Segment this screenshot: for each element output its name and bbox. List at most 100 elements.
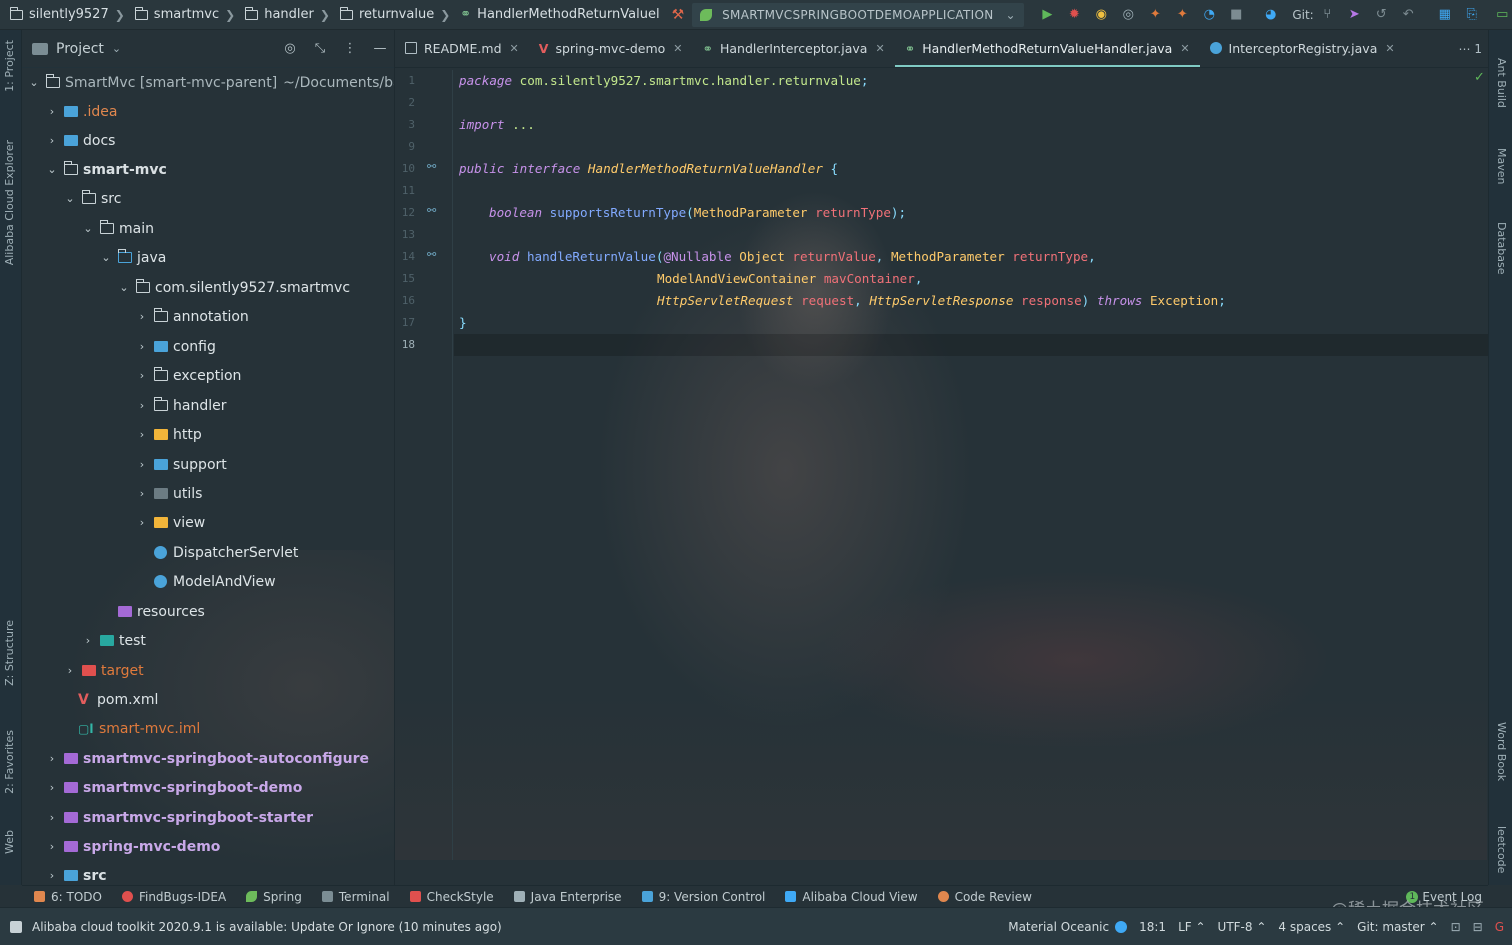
tree-item-docs[interactable]: › docs [46,126,116,155]
tree-item-idea[interactable]: › .idea [46,97,118,126]
encoding-select[interactable]: UTF-8 ⌃ [1218,920,1267,934]
ant-build-button[interactable]: Ant Build [1495,58,1508,108]
tree-item-resources[interactable]: resources [118,597,205,626]
tree-item-starter[interactable]: › smartmvc-springboot-starter [46,803,313,832]
lock-icon[interactable]: ⊡ [1451,920,1461,934]
tree-item-springboot-demo[interactable]: › smartmvc-springboot-demo [46,773,303,802]
breadcrumb-item-current[interactable]: ⚭ HandlerMethodReturnValuel [450,7,659,22]
breadcrumb-item[interactable]: handler ❯ [235,6,330,22]
tree-item-java[interactable]: ⌄ java [100,243,166,272]
google-icon[interactable]: G [1495,920,1504,934]
favorites-tool-button[interactable]: 2: Favorites [3,730,16,794]
implementation-marker-icon[interactable]: ⚯ [427,248,436,261]
code-line[interactable]: import ... [459,114,535,136]
stop-icon[interactable]: ■ [1227,6,1245,24]
tree-item-src[interactable]: ⌄ src [64,184,121,213]
git-push-icon[interactable]: ➤ [1345,6,1363,24]
clock-icon[interactable]: ◔ [1200,6,1218,24]
status-message[interactable]: Alibaba cloud toolkit 2020.9.1 is availa… [10,920,502,934]
implementation-marker-icon[interactable]: ⚯ [427,204,436,217]
tab-interceptor-registry[interactable]: InterceptorRegistry.java ✕ [1200,29,1405,67]
tree-item-package[interactable]: ⌄ com.silently9527.smartmvc [118,273,350,302]
tree-item-src-root[interactable]: › src [46,861,107,885]
hide-icon[interactable]: — [372,41,388,56]
database-button[interactable]: Database [1495,222,1508,275]
run-configuration-select[interactable]: SMARTMVCSPRINGBOOTDEMOAPPLICATION ⌄ [692,2,1024,27]
tree-item-modelandview[interactable]: ModelAndView [154,567,276,596]
options-icon[interactable]: ⋮ [342,41,358,56]
inspection-ok-icon[interactable]: ✓ [1474,70,1485,85]
tree-item-http[interactable]: › http [136,420,202,449]
java-enterprise-tool-button[interactable]: Java Enterprise [513,890,622,904]
tree-item-test[interactable]: › test [82,626,146,655]
tree-item-pom[interactable]: Vpom.xml [78,685,158,714]
chevron-down-icon[interactable]: ⌄ [112,42,121,55]
project-structure-icon[interactable]: ▦ [1436,6,1454,24]
terminal-tool-button[interactable]: Terminal [321,890,390,904]
code-review-tool-button[interactable]: Code Review [937,890,1032,904]
tree-item-dispatcherservlet[interactable]: DispatcherServlet [154,538,298,567]
tree-item-target[interactable]: › target [64,656,144,685]
collapse-all-icon[interactable]: ⤡ [312,41,328,56]
close-icon[interactable]: ✕ [1385,42,1394,55]
terminal-icon[interactable]: ▭ [1493,6,1511,24]
version-control-tool-button[interactable]: 9: Version Control [641,890,765,904]
tree-item-support[interactable]: › support [136,450,227,479]
tab-handler-method-return-value-handler[interactable]: ⚭ HandlerMethodReturnValueHandler.java ✕ [894,29,1200,67]
tree-item-view[interactable]: › view [136,508,205,537]
tree-item-main[interactable]: ⌄ main [82,214,154,243]
tab-spring-mvc-demo[interactable]: Vspring-mvc-demo ✕ [529,29,693,67]
translate-icon[interactable]: ⎘ [1463,6,1481,24]
git-branch-icon[interactable]: ⑂ [1318,6,1336,24]
tree-item-spring-mvc-demo[interactable]: › spring-mvc-demo [46,832,221,861]
alibaba-cloud-view-button[interactable]: Alibaba Cloud View [785,890,918,904]
todo-tool-button[interactable]: 6: TODO [34,890,102,904]
caret-position[interactable]: 18:1 [1139,920,1166,934]
tree-item-utils[interactable]: › utils [136,479,203,508]
tree-item-config[interactable]: › config [136,332,216,361]
theme-indicator[interactable]: Material Oceanic [1008,920,1109,934]
leetcode-button[interactable]: leetcode [1495,826,1508,873]
build-hammer-icon[interactable]: ⚒ [672,7,685,23]
line-separator-select[interactable]: LF ⌃ [1178,920,1205,934]
memory-icon[interactable]: ⊟ [1473,920,1483,934]
close-icon[interactable]: ✕ [510,42,519,55]
tab-readme[interactable]: README.md ✕ [395,29,529,67]
project-view-select[interactable]: Project [56,41,104,57]
tree-item-annotation[interactable]: › annotation [136,302,249,331]
debug-dashboard-icon[interactable]: ✦ [1173,6,1191,24]
structure-tool-button[interactable]: Z: Structure [3,620,16,686]
git-branch-select[interactable]: Git: master ⌃ [1357,920,1438,934]
history-icon[interactable]: ↺ [1372,6,1390,24]
alibaba-cloud-explorer-button[interactable]: Alibaba Cloud Explorer [3,140,16,265]
tree-item-handler[interactable]: › handler [136,391,226,420]
maven-button[interactable]: Maven [1495,148,1508,184]
close-icon[interactable]: ✕ [673,42,682,55]
close-icon[interactable]: ✕ [1180,42,1189,55]
word-book-button[interactable]: Word Book [1495,722,1508,781]
indent-select[interactable]: 4 spaces ⌃ [1278,920,1345,934]
breadcrumb-item[interactable]: silently9527 ❯ [0,6,125,22]
checkstyle-tool-button[interactable]: CheckStyle [409,890,494,904]
more-tabs-button[interactable]: ⋯ 1 [1459,42,1482,56]
findbugs-tool-button[interactable]: FindBugs-IDEA [121,890,226,904]
tree-item-root[interactable]: ⌄ SmartMvc [smart-mvc-parent] ~/Document… [28,68,394,97]
web-tool-button[interactable]: Web [3,830,16,854]
run-dashboard-icon[interactable]: ✦ [1146,6,1164,24]
tree-item-smart-mvc[interactable]: ⌄ smart-mvc [46,155,167,184]
project-tool-button[interactable]: 1: Project [3,40,16,92]
run-icon[interactable]: ▶ [1038,6,1056,24]
tree-item-exception[interactable]: › exception [136,361,241,390]
close-icon[interactable]: ✕ [875,42,884,55]
tree-item-iml[interactable]: ▢l smart-mvc.iml [78,714,200,743]
locate-icon[interactable]: ◎ [282,41,298,56]
implementation-marker-icon[interactable]: ⚯ [427,160,436,173]
breadcrumb-item[interactable]: smartmvc ❯ [125,6,235,22]
coverage-icon[interactable]: ◉ [1092,6,1110,24]
tab-handler-interceptor[interactable]: ⚭ HandlerInterceptor.java ✕ [693,29,895,67]
profile-icon[interactable]: ◎ [1119,6,1137,24]
help-icon[interactable]: ◕ [1262,6,1280,24]
tree-item-autoconfigure[interactable]: › smartmvc-springboot-autoconfigure [46,744,369,773]
code-editor[interactable]: package com.silently9527.smartmvc.handle… [459,70,1487,860]
rollback-icon[interactable]: ↶ [1399,6,1417,24]
